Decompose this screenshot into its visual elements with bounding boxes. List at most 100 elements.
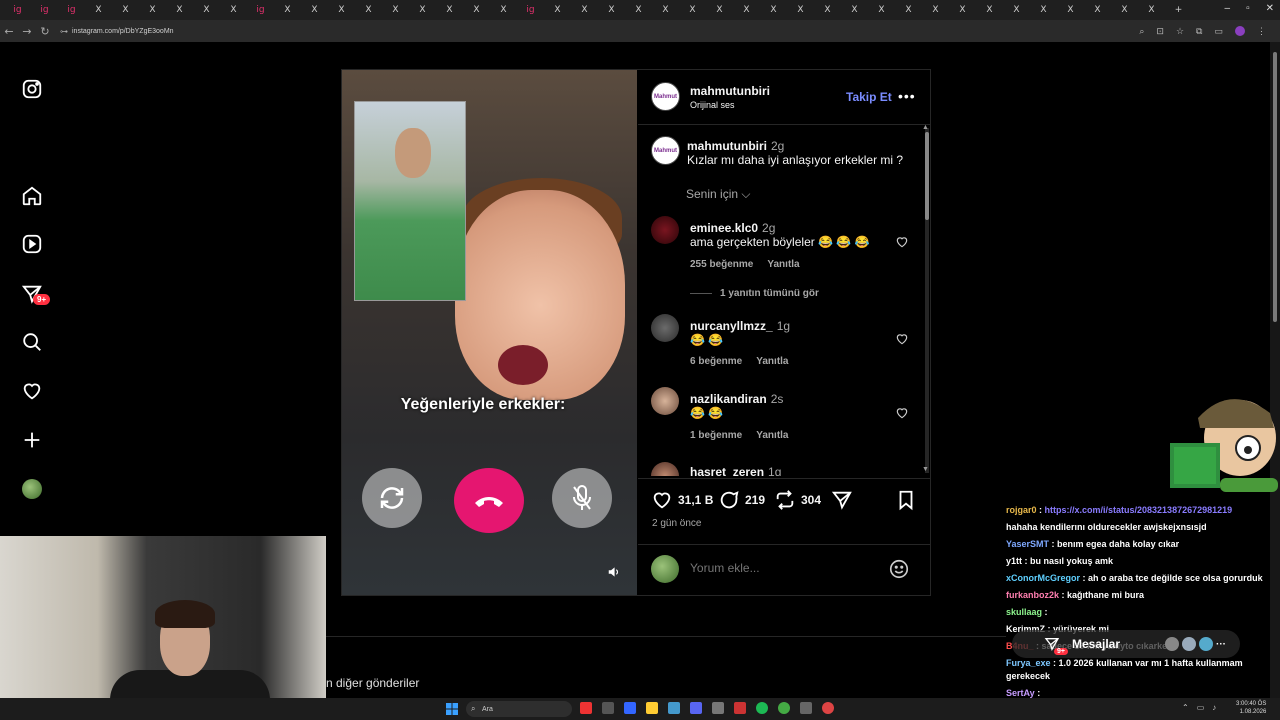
- browser-tab[interactable]: X: [193, 2, 220, 18]
- comment-likes[interactable]: 255 beğenme: [690, 259, 753, 270]
- repost-action[interactable]: 304: [774, 489, 821, 511]
- comment-like-heart-icon[interactable]: [895, 235, 909, 249]
- scroll-down-arrow-icon[interactable]: ▼: [922, 466, 929, 473]
- comment-bubble-icon[interactable]: [718, 489, 740, 511]
- comment-username[interactable]: eminee.klc0: [690, 221, 758, 235]
- notifications-heart-icon[interactable]: [20, 379, 44, 403]
- file-explorer-icon[interactable]: [646, 702, 658, 714]
- chat-username[interactable]: y1tt: [1006, 556, 1022, 566]
- taskbar-clock[interactable]: 3:00:40 ÖS 1.08.2026: [1236, 700, 1266, 716]
- browser-tab[interactable]: ig: [517, 2, 544, 18]
- comment-avatar[interactable]: [651, 314, 679, 342]
- chat-username[interactable]: rojgar0: [1006, 505, 1037, 515]
- comment-likes[interactable]: 1 beğenme: [690, 430, 742, 441]
- more-options-icon[interactable]: •••: [898, 88, 916, 104]
- browser-tab[interactable]: X: [274, 2, 301, 18]
- like-count[interactable]: 31,1 B: [678, 493, 713, 507]
- author-username[interactable]: mahmutunbiri: [690, 84, 770, 98]
- browser-tab[interactable]: ig: [4, 2, 31, 18]
- browser-tab[interactable]: X: [922, 2, 949, 18]
- like-heart-icon[interactable]: [651, 489, 673, 511]
- browser-tab[interactable]: X: [814, 2, 841, 18]
- browser-tab[interactable]: X: [733, 2, 760, 18]
- share-send-icon[interactable]: [831, 489, 853, 511]
- browser-tab[interactable]: X: [679, 2, 706, 18]
- discord-icon[interactable]: [690, 702, 702, 714]
- comment-likes[interactable]: 6 beğenme: [690, 356, 742, 367]
- comment-reply-button[interactable]: Yanıtla: [767, 259, 799, 270]
- maximize-button[interactable]: ▫: [1246, 3, 1250, 14]
- browser-tab[interactable]: X: [787, 2, 814, 18]
- browser-tab[interactable]: X: [436, 2, 463, 18]
- app-icon[interactable]: [822, 702, 834, 714]
- comment-reply-button[interactable]: Yanıtla: [756, 430, 788, 441]
- volume-icon[interactable]: ♪: [1212, 703, 1216, 712]
- browser-tab[interactable]: X: [328, 2, 355, 18]
- app-icon[interactable]: [668, 702, 680, 714]
- browser-tab[interactable]: X: [85, 2, 112, 18]
- browser-tab[interactable]: X: [355, 2, 382, 18]
- page-scrollbar-thumb[interactable]: [1273, 52, 1277, 322]
- comment-username[interactable]: hasret_zeren: [690, 465, 764, 476]
- app-icon[interactable]: [712, 702, 724, 714]
- back-icon[interactable]: ←: [0, 25, 18, 38]
- like-action[interactable]: 31,1 B: [651, 489, 713, 511]
- scroll-up-arrow-icon[interactable]: ▲: [922, 124, 929, 131]
- chat-username[interactable]: xConorMcGregor: [1006, 573, 1080, 583]
- app-icon[interactable]: [602, 702, 614, 714]
- browser-tab[interactable]: ig: [58, 2, 85, 18]
- browser-tab[interactable]: ig: [31, 2, 58, 18]
- browser-tab[interactable]: X: [706, 2, 733, 18]
- view-replies-link[interactable]: 1 yanıtın tümünü gör: [690, 288, 819, 299]
- browser-tab[interactable]: ig: [247, 2, 274, 18]
- reload-icon[interactable]: ↻: [36, 25, 54, 38]
- app-icon[interactable]: [734, 702, 746, 714]
- chrome-app-icon[interactable]: [580, 702, 592, 714]
- comment-reply-button[interactable]: Yanıtla: [756, 356, 788, 367]
- follow-button[interactable]: Takip Et: [846, 90, 892, 104]
- minimize-button[interactable]: –: [1225, 3, 1231, 14]
- browser-menu-icon[interactable]: ⋮: [1257, 26, 1266, 37]
- taskbar-search[interactable]: ⌕ Ara: [466, 701, 572, 717]
- create-plus-icon[interactable]: [20, 428, 44, 452]
- author-avatar[interactable]: Mahmut: [651, 82, 680, 111]
- install-icon[interactable]: ⊡: [1156, 26, 1164, 37]
- browser-tab[interactable]: X: [544, 2, 571, 18]
- browser-tab[interactable]: X: [382, 2, 409, 18]
- comment-like-heart-icon[interactable]: [895, 332, 909, 346]
- reels-icon[interactable]: [20, 232, 44, 256]
- extensions-icon[interactable]: ⧉: [1196, 26, 1202, 37]
- browser-tab[interactable]: X: [760, 2, 787, 18]
- browser-tab[interactable]: X: [220, 2, 247, 18]
- chat-username[interactable]: Furya_exe: [1006, 658, 1051, 668]
- browser-tab[interactable]: X: [1111, 2, 1138, 18]
- chat-username[interactable]: skullaag: [1006, 607, 1042, 617]
- search-icon[interactable]: [20, 330, 44, 354]
- browser-tab[interactable]: X: [112, 2, 139, 18]
- comment-avatar[interactable]: [651, 387, 679, 415]
- url-field[interactable]: ⊶ instagram.com/p/DbYZgE3ooMn: [60, 27, 174, 36]
- home-icon[interactable]: [20, 184, 44, 208]
- comment-username[interactable]: nazlikandiran: [690, 392, 767, 406]
- profile-avatar[interactable]: [22, 479, 42, 499]
- browser-tab[interactable]: X: [976, 2, 1003, 18]
- instagram-logo-icon[interactable]: [20, 77, 44, 101]
- comment-avatar[interactable]: [651, 216, 679, 244]
- browser-tab[interactable]: X: [1003, 2, 1030, 18]
- chat-username[interactable]: YaserSMT: [1006, 539, 1049, 549]
- sidebar-icon[interactable]: ▭: [1214, 26, 1223, 37]
- chat-username[interactable]: SertAy: [1006, 688, 1035, 698]
- network-icon[interactable]: ▭: [1197, 703, 1205, 712]
- browser-tab[interactable]: X: [166, 2, 193, 18]
- zoom-icon[interactable]: ⌕: [1139, 26, 1144, 37]
- save-bookmark-icon[interactable]: [895, 489, 917, 511]
- comment-username[interactable]: nurcanyllmzz_: [690, 319, 773, 333]
- caption-avatar[interactable]: Mahmut: [651, 136, 680, 165]
- comment-input[interactable]: [690, 561, 870, 575]
- tray-chevron-icon[interactable]: ⌃: [1182, 703, 1189, 712]
- forward-icon[interactable]: →: [18, 25, 36, 38]
- browser-tab[interactable]: X: [1084, 2, 1111, 18]
- app-icon[interactable]: [778, 702, 790, 714]
- browser-tab[interactable]: X: [409, 2, 436, 18]
- caption-username[interactable]: mahmutunbiri: [687, 139, 767, 153]
